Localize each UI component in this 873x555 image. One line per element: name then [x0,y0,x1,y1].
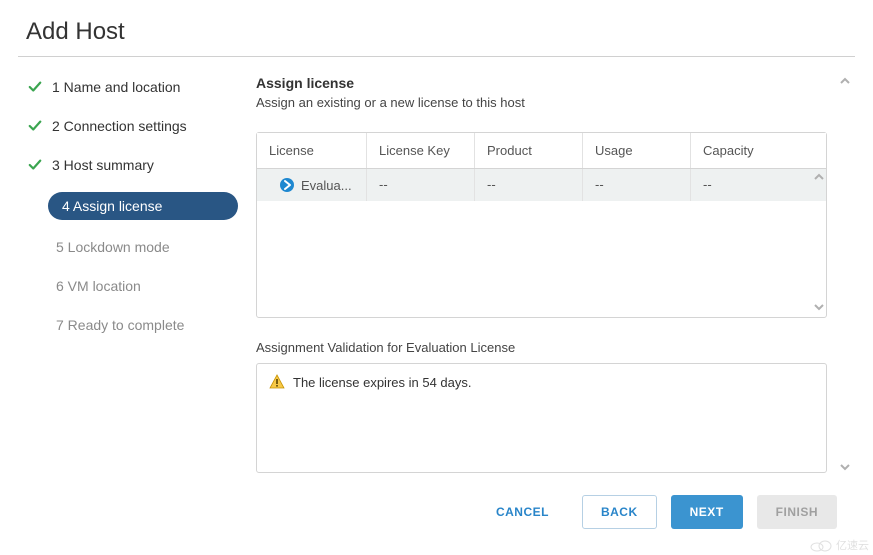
step-host-summary[interactable]: 3 Host summary [26,153,236,177]
finish-button: FINISH [757,495,837,529]
step-label: 2 Connection settings [52,118,187,134]
chevron-up-icon [813,171,825,183]
dialog-footer: CANCEL BACK NEXT FINISH [18,473,855,529]
title-divider [18,56,855,57]
panel-scrollbar[interactable] [837,75,853,473]
table-scrollbar[interactable] [812,167,826,317]
next-button[interactable]: NEXT [671,495,743,529]
validation-message: The license expires in 54 days. [293,375,471,390]
validation-box: The license expires in 54 days. [256,363,827,473]
chevron-up-icon [839,75,851,87]
th-license[interactable]: License [257,133,367,168]
section-desc: Assign an existing or a new license to t… [256,95,827,110]
step-assign-license[interactable]: 4 Assign license [48,192,238,220]
section-title: Assign license [256,75,827,91]
watermark-text: 亿速云 [836,537,869,553]
step-label: 1 Name and location [52,79,180,95]
watermark: 亿速云 [810,537,869,553]
table-body: Evalua... -- -- -- -- [257,169,826,317]
warning-icon [269,374,285,390]
table-row[interactable]: Evalua... -- -- -- -- [257,169,826,201]
step-label: 6 VM location [56,278,141,294]
step-name-location[interactable]: 1 Name and location [26,75,236,99]
arrow-right-circle-icon [279,177,295,193]
th-product[interactable]: Product [475,133,583,168]
cancel-button[interactable]: CANCEL [477,495,568,529]
chevron-down-icon [813,301,825,313]
wizard-steps: 1 Name and location 2 Connection setting… [18,75,236,473]
th-usage[interactable]: Usage [583,133,691,168]
cell-key: -- [367,169,475,201]
step-vm-location[interactable]: 6 VM location [26,274,236,298]
check-icon [28,158,42,172]
back-button[interactable]: BACK [582,495,657,529]
check-icon [28,119,42,133]
license-table: License License Key Product Usage Capaci… [256,132,827,318]
check-icon [28,80,42,94]
table-header: License License Key Product Usage Capaci… [257,133,826,169]
cell-usage: -- [583,169,691,201]
validation-label: Assignment Validation for Evaluation Lic… [256,340,827,355]
cell-capacity: -- [691,169,826,201]
dialog-title: Add Host [18,18,855,56]
step-label: 4 Assign license [62,198,162,214]
cell-product: -- [475,169,583,201]
step-connection-settings[interactable]: 2 Connection settings [26,114,236,138]
step-label: 3 Host summary [52,157,154,173]
step-label: 7 Ready to complete [56,317,184,333]
step-label: 5 Lockdown mode [56,239,170,255]
chevron-down-icon [839,461,851,473]
cell-license: Evalua... [301,178,352,193]
step-lockdown-mode[interactable]: 5 Lockdown mode [26,235,236,259]
step-ready-complete[interactable]: 7 Ready to complete [26,313,236,337]
cloud-icon [810,538,832,552]
th-capacity[interactable]: Capacity [691,133,826,168]
th-license-key[interactable]: License Key [367,133,475,168]
